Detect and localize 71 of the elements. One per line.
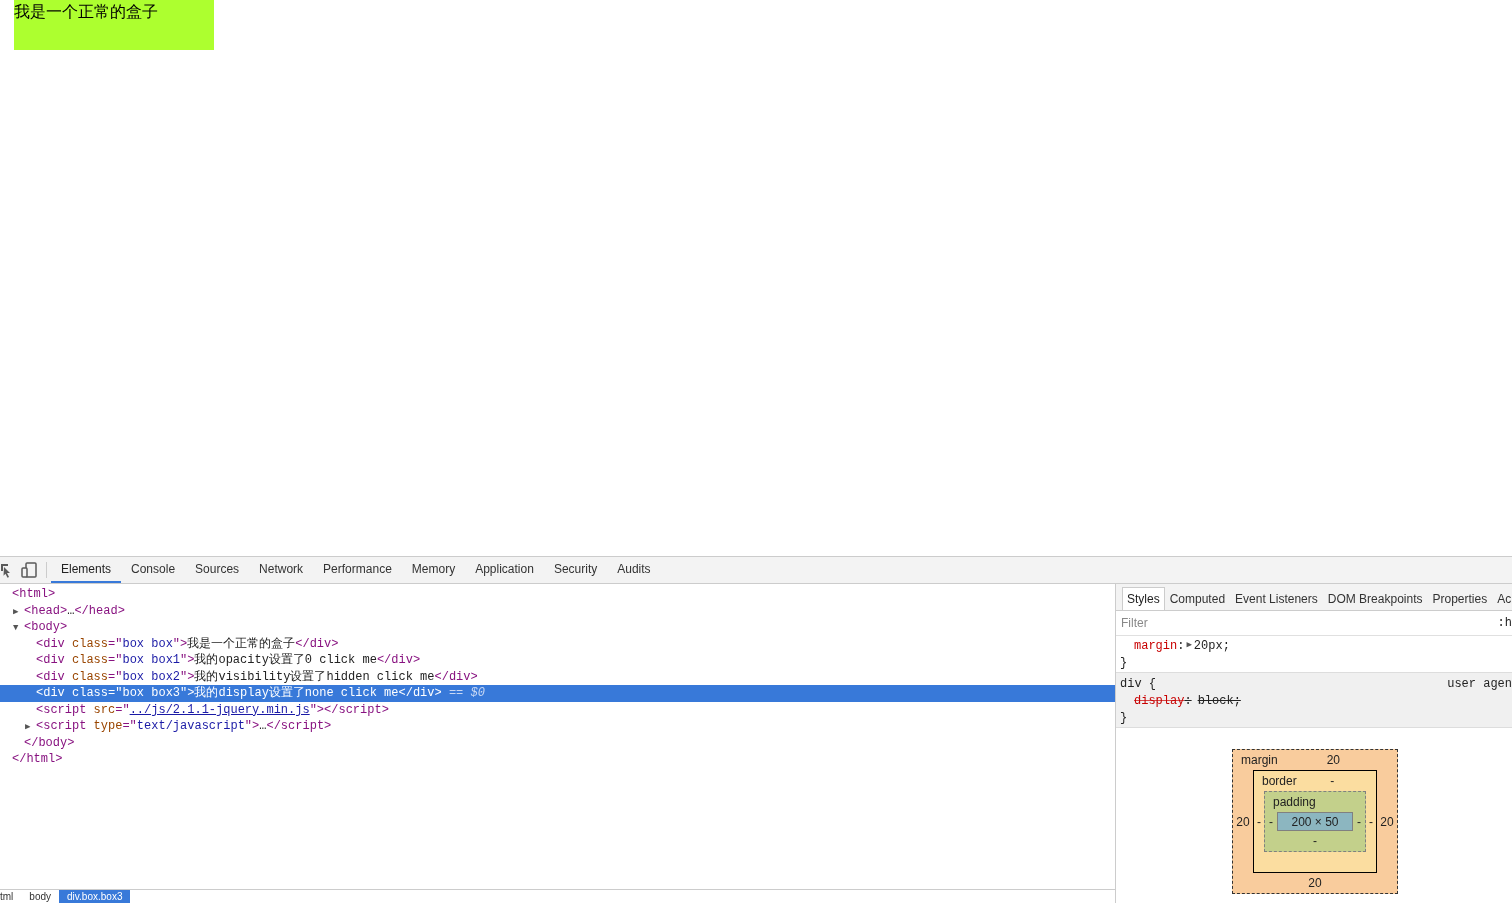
- state-toggle[interactable]: :h: [1497, 614, 1512, 632]
- stylesheet-source[interactable]: user agen: [1447, 675, 1512, 693]
- box-value: 20: [1326, 753, 1340, 767]
- box-value: -: [1369, 814, 1373, 829]
- markup-text: <div class="box box3">我的display设置了none click me</div> == $0: [36, 685, 485, 703]
- colon: :: [1184, 693, 1192, 710]
- breadcrumb[interactable]: div.box.box3: [59, 890, 131, 903]
- box-value: -: [1269, 814, 1273, 829]
- box-value: -: [1357, 814, 1361, 829]
- page-box: 我是一个正常的盒子: [14, 0, 214, 50]
- css-value[interactable]: block;: [1197, 692, 1241, 710]
- panel-tab[interactable]: Sources: [185, 557, 250, 583]
- expand-toggle[interactable]: ▶: [1184, 639, 1194, 653]
- file-link[interactable]: ../js/2.1.1-jquery.min.js: [129, 702, 310, 717]
- panel-tab[interactable]: Memory: [401, 557, 466, 583]
- markup-text: </html>: [12, 751, 63, 769]
- panel-tab[interactable]: Security: [543, 557, 608, 583]
- box-label: border: [1262, 773, 1297, 790]
- box-value: 20: [1236, 814, 1250, 829]
- tree-row[interactable]: <div class="box box">我是一个正常的盒子</div>: [0, 635, 1115, 652]
- tree-toggle[interactable]: ▶: [24, 722, 31, 733]
- markup-text: <div class="box box1">我的opacity设置了0 click me</div>: [36, 652, 421, 670]
- box-label: margin: [1241, 752, 1278, 769]
- css-value[interactable]: 20px;: [1193, 637, 1230, 655]
- markup-text: <body>: [24, 619, 68, 637]
- box-value: -: [1313, 834, 1317, 848]
- device-icon[interactable]: [21, 562, 37, 578]
- tree-row[interactable]: <div class="box box1">我的opacity设置了0 click me</div>: [0, 652, 1115, 669]
- sidebar-tab[interactable]: Properties: [1427, 587, 1493, 610]
- sidebar-tab[interactable]: DOM Breakpoints: [1322, 587, 1428, 610]
- tree-row[interactable]: <html>: [0, 586, 1115, 603]
- tree-row[interactable]: <script src="../js/2.1.1-jquery.min.js"></script>: [0, 701, 1115, 718]
- markup-text: <script type="text/javascript">…</script>: [36, 718, 332, 736]
- markup-text: <html>: [12, 586, 56, 604]
- panel-tab[interactable]: Console: [121, 557, 186, 583]
- filter-field[interactable]: Filter: [1121, 614, 1421, 632]
- box-value: 20: [1308, 876, 1322, 890]
- inspect-icon[interactable]: [0, 562, 12, 578]
- markup-text: <head>…</head>: [24, 602, 125, 620]
- box-value: -: [1330, 774, 1335, 788]
- tree-row[interactable]: ▼ <body>: [0, 619, 1115, 636]
- panel-tab[interactable]: Audits: [607, 557, 661, 583]
- panel-tab[interactable]: Application: [465, 557, 544, 583]
- markup-text: <div class="box box2">我的visibility设置了hidden click me</div>: [36, 668, 478, 686]
- box-value: -: [1257, 814, 1261, 829]
- tree-row[interactable]: <div class="box box3">我的display设置了none click me</div> == $0: [0, 685, 1115, 702]
- panel-tab[interactable]: Performance: [313, 557, 402, 583]
- tree-row[interactable]: <div class="box box2">我的visibility设置了hidden click me</div>: [0, 668, 1115, 685]
- breadcrumb[interactable]: tml: [0, 890, 22, 903]
- tree-row[interactable]: ▶ <head>…</head>: [0, 602, 1115, 619]
- css-selector[interactable]: div {: [1120, 675, 1156, 693]
- rule-brace: }: [1120, 655, 1129, 670]
- rule-brace: }: [1120, 710, 1129, 725]
- box-label: padding: [1273, 794, 1316, 811]
- panel-tab[interactable]: Elements: [51, 557, 122, 583]
- markup-text: <script src="../js/2.1.1-jquery.min.js"></script>: [36, 701, 389, 719]
- content-box: 200 × 50: [1277, 812, 1353, 831]
- sidebar-tab[interactable]: Styles: [1122, 587, 1165, 610]
- panel-tab[interactable]: Network: [249, 557, 314, 583]
- sidebar-tab[interactable]: Event Listeners: [1230, 587, 1323, 610]
- breadcrumb[interactable]: body: [21, 890, 60, 903]
- tree-toggle[interactable]: ▶: [12, 606, 19, 617]
- box-value: 20: [1380, 814, 1394, 829]
- tree-row[interactable]: ▶ <script type="text/javascript">…</script>: [0, 718, 1115, 735]
- sidebar-tab[interactable]: Ac: [1492, 587, 1512, 610]
- sidebar-tab[interactable]: Computed: [1164, 587, 1231, 610]
- colon: :: [1177, 638, 1185, 655]
- markup-text: <div class="box box">我是一个正常的盒子</div>: [36, 635, 339, 653]
- css-property[interactable]: margin: [1134, 637, 1178, 655]
- tree-toggle[interactable]: ▼: [12, 623, 19, 634]
- markup-text: </body>: [24, 734, 75, 752]
